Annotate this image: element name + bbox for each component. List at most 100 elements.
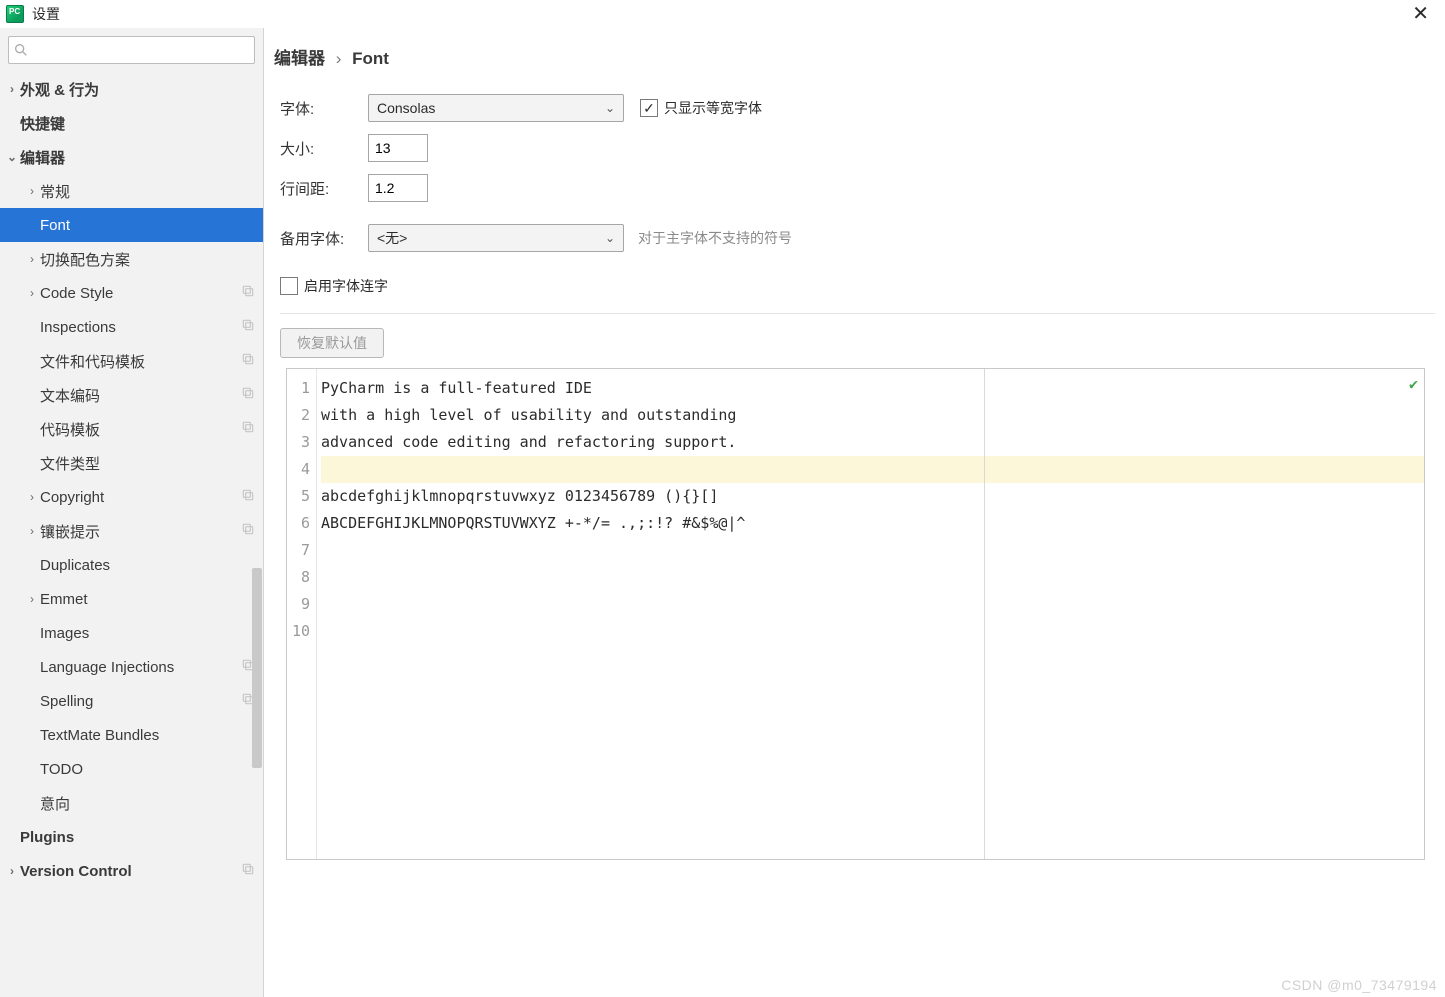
- fallback-hint: 对于主字体不支持的符号: [638, 228, 792, 248]
- sidebar: ›外观 & 行为›快捷键⌄编辑器›常规›Font›切换配色方案›Code Sty…: [0, 28, 264, 997]
- ligatures-checkbox[interactable]: 启用字体连字: [280, 276, 388, 296]
- chevron-right-icon: ›: [4, 864, 20, 878]
- sidebar-item-copyright[interactable]: ›Copyright: [0, 480, 263, 514]
- font-select[interactable]: Consolas ⌄: [368, 94, 624, 122]
- sidebar-item-label: Language Injections: [40, 659, 174, 676]
- main-panel: 编辑器 › Font 字体: Consolas ⌄ ✓ 只显示等宽字体 大小:: [264, 28, 1445, 997]
- gutter: 12345678910: [287, 369, 317, 859]
- ligatures-label: 启用字体连字: [304, 276, 388, 296]
- gutter-line-number: 2: [287, 402, 310, 429]
- sidebar-item-label: TextMate Bundles: [40, 727, 159, 744]
- gutter-line-number: 10: [287, 618, 310, 645]
- sidebar-item-emmet[interactable]: ›Emmet: [0, 582, 263, 616]
- chevron-right-icon: ›: [24, 490, 40, 504]
- sidebar-item-label: Emmet: [40, 591, 88, 608]
- scheme-icon: [241, 488, 255, 506]
- sidebar-item-label: 文本编码: [40, 385, 100, 406]
- chevron-right-icon: ›: [24, 592, 40, 606]
- sidebar-item--[interactable]: ›切换配色方案: [0, 242, 263, 276]
- sidebar-item-label: 意向: [40, 793, 70, 814]
- close-icon[interactable]: ✕: [1402, 2, 1439, 26]
- fallback-font-value: <无>: [377, 228, 407, 248]
- sidebar-item-font[interactable]: ›Font: [0, 208, 263, 242]
- sidebar-item-language-injections[interactable]: ›Language Injections: [0, 650, 263, 684]
- gutter-line-number: 3: [287, 429, 310, 456]
- sidebar-item-label: 常规: [40, 181, 70, 202]
- sidebar-item--[interactable]: ›快捷键: [0, 106, 263, 140]
- search-input-wrap[interactable]: [8, 36, 255, 64]
- scheme-icon: [241, 420, 255, 438]
- search-input[interactable]: [29, 42, 250, 58]
- gutter-line-number: 9: [287, 591, 310, 618]
- sidebar-item-plugins[interactable]: ›Plugins: [0, 820, 263, 854]
- line-spacing-input[interactable]: [368, 174, 428, 202]
- sidebar-item-label: 文件和代码模板: [40, 351, 145, 372]
- sidebar-item-textmate-bundles[interactable]: ›TextMate Bundles: [0, 718, 263, 752]
- divider: [280, 313, 1435, 314]
- sidebar-item--[interactable]: ›常规: [0, 174, 263, 208]
- breadcrumb-leaf: Font: [352, 49, 389, 68]
- scrollbar-thumb[interactable]: [252, 568, 262, 768]
- sidebar-item-images[interactable]: ›Images: [0, 616, 263, 650]
- chevron-down-icon: ⌄: [4, 150, 20, 164]
- sidebar-item-spelling[interactable]: ›Spelling: [0, 684, 263, 718]
- chevron-down-icon: ⌄: [605, 231, 615, 245]
- titlebar: 设置 ✕: [0, 0, 1445, 28]
- sidebar-item-label: 切换配色方案: [40, 249, 130, 270]
- scheme-icon: [241, 318, 255, 336]
- font-label: 字体:: [280, 98, 368, 119]
- sidebar-item-inspections[interactable]: ›Inspections: [0, 310, 263, 344]
- chevron-right-icon: ›: [24, 286, 40, 300]
- sidebar-item-code-style[interactable]: ›Code Style: [0, 276, 263, 310]
- font-select-value: Consolas: [377, 100, 435, 116]
- chevron-right-icon: ›: [24, 524, 40, 538]
- sidebar-item--[interactable]: ›文本编码: [0, 378, 263, 412]
- sidebar-item-todo[interactable]: ›TODO: [0, 752, 263, 786]
- gutter-line-number: 1: [287, 375, 310, 402]
- sidebar-item-label: 外观 & 行为: [20, 79, 99, 100]
- checkbox-unchecked-icon: [280, 277, 298, 295]
- fallback-font-label: 备用字体:: [280, 228, 368, 249]
- sidebar-item-label: 编辑器: [20, 147, 65, 168]
- sidebar-item--[interactable]: ›文件类型: [0, 446, 263, 480]
- settings-tree: ›外观 & 行为›快捷键⌄编辑器›常规›Font›切换配色方案›Code Sty…: [0, 72, 263, 997]
- sidebar-item-label: Version Control: [20, 863, 132, 880]
- sidebar-item-label: Duplicates: [40, 557, 110, 574]
- chevron-right-icon: ›: [24, 252, 40, 266]
- breadcrumb-root[interactable]: 编辑器: [274, 49, 325, 68]
- sidebar-item--[interactable]: ›镶嵌提示: [0, 514, 263, 548]
- sidebar-item-duplicates[interactable]: ›Duplicates: [0, 548, 263, 582]
- sidebar-item-label: Code Style: [40, 285, 113, 302]
- sidebar-item-version-control[interactable]: ›Version Control: [0, 854, 263, 888]
- mono-only-checkbox[interactable]: ✓ 只显示等宽字体: [640, 98, 762, 118]
- scheme-icon: [241, 284, 255, 302]
- preview-right-pane: [984, 369, 1424, 859]
- sidebar-item--[interactable]: ›外观 & 行为: [0, 72, 263, 106]
- fallback-font-select[interactable]: <无> ⌄: [368, 224, 624, 252]
- sidebar-item--[interactable]: ⌄编辑器: [0, 140, 263, 174]
- gutter-line-number: 8: [287, 564, 310, 591]
- breadcrumb: 编辑器 › Font: [264, 28, 1445, 83]
- sidebar-item-label: Spelling: [40, 693, 93, 710]
- scheme-icon: [241, 386, 255, 404]
- gutter-line-number: 6: [287, 510, 310, 537]
- chevron-right-icon: ›: [4, 82, 20, 96]
- checkbox-checked-icon: ✓: [640, 99, 658, 117]
- sidebar-item--[interactable]: ›代码模板: [0, 412, 263, 446]
- mono-only-label: 只显示等宽字体: [664, 98, 762, 118]
- sidebar-item--[interactable]: ›文件和代码模板: [0, 344, 263, 378]
- sidebar-item-label: Copyright: [40, 489, 104, 506]
- sidebar-item-label: Inspections: [40, 319, 116, 336]
- scheme-icon: [241, 522, 255, 540]
- scheme-icon: [241, 352, 255, 370]
- sidebar-item-label: 文件类型: [40, 453, 100, 474]
- gutter-line-number: 7: [287, 537, 310, 564]
- size-input[interactable]: [368, 134, 428, 162]
- restore-defaults-button[interactable]: 恢复默认值: [280, 328, 384, 358]
- gutter-line-number: 4: [287, 456, 310, 483]
- sidebar-item-label: 代码模板: [40, 419, 100, 440]
- checkmark-icon: ✔: [1409, 375, 1418, 393]
- watermark: CSDN @m0_73479194: [1281, 977, 1437, 993]
- window-title: 设置: [32, 4, 60, 24]
- sidebar-item--[interactable]: ›意向: [0, 786, 263, 820]
